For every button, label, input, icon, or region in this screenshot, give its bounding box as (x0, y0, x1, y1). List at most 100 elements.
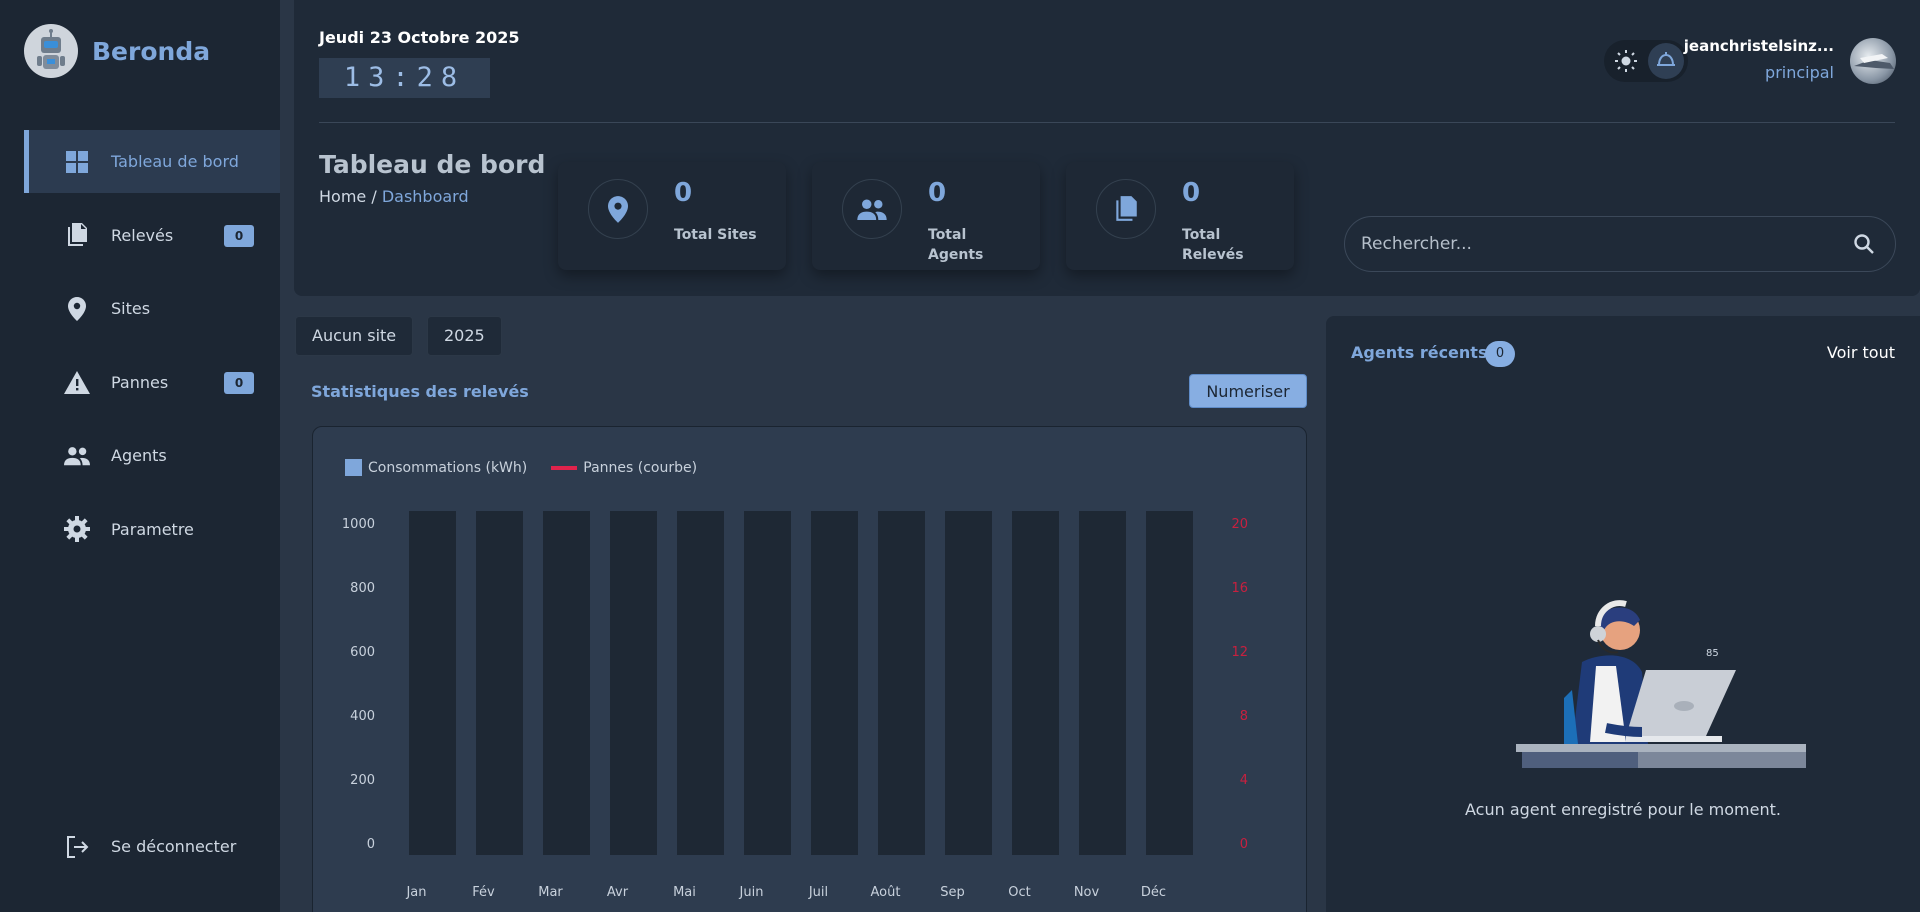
y2-tick-label: 12 (1231, 645, 1248, 660)
x-tick-label: Avr (607, 885, 629, 900)
y2-tick-label: 0 (1240, 837, 1248, 852)
x-tick-label: Juil (808, 885, 828, 900)
x-tick-label: Déc (1141, 885, 1166, 900)
x-tick-label: Fév (472, 885, 495, 900)
stat-card-sites: 0 Total Sites (558, 162, 786, 270)
voir-tout-link[interactable]: Voir tout (1827, 343, 1895, 362)
header: Jeudi 23 Octobre 2025 13:28 jeanchristel… (294, 0, 1920, 296)
chart-container: Consommations (kWh) Pannes (courbe) 0 200… (312, 426, 1307, 912)
breadcrumb: Home / Dashboard (319, 187, 469, 206)
sidebar-item-agents[interactable]: Agents (24, 424, 280, 487)
pannes-count-badge: 0 (224, 371, 254, 394)
location-icon (588, 179, 648, 239)
user-role: principal (1765, 63, 1834, 82)
breadcrumb-separator: / (366, 187, 382, 206)
gear-icon (64, 516, 90, 542)
stat-card-agents: 0 Total Agents (812, 162, 1040, 270)
people-icon (64, 443, 90, 469)
y-tick-label: 0 (367, 837, 375, 852)
night-mode-icon[interactable] (1648, 43, 1684, 79)
sidebar-item-pannes[interactable]: Pannes 0 (24, 351, 280, 414)
search-icon[interactable] (1853, 233, 1877, 257)
x-tick-label: Oct (1008, 885, 1030, 900)
chart-plot: 0 200 400 600 800 1000 0 4 8 12 16 20 Jan Fév Mar Avr Ma… (342, 511, 1248, 900)
sidebar-nav: Tableau de bord Relevés 0 Sites Pannes 0… (24, 130, 280, 571)
avatar[interactable] (1850, 38, 1896, 84)
numeriser-button[interactable]: Numeriser (1189, 374, 1307, 408)
x-tick-label: Août (871, 885, 901, 900)
clock: 13:28 (319, 58, 490, 98)
user-name: jeanchristelsinz... (1683, 37, 1834, 55)
y-tick-label: 200 (350, 773, 375, 788)
page-title: Tableau de bord (319, 150, 546, 179)
y2-tick-label: 16 (1231, 581, 1248, 596)
brand[interactable]: Beronda (24, 24, 210, 78)
recent-agents-panel: Agents récents 0 Voir tout 85 Acun agent… (1326, 316, 1920, 912)
bar-track (409, 511, 456, 855)
sidebar-item-label: Tableau de bord (111, 152, 239, 171)
agents-count-badge: 0 (1485, 341, 1515, 367)
sidebar-item-sites[interactable]: Sites (24, 277, 280, 340)
stat-label: Total Relevés (1182, 227, 1244, 263)
breadcrumb-home[interactable]: Home (319, 187, 366, 206)
location-pin-icon (64, 296, 90, 322)
stat-label: Total Agents (928, 227, 984, 263)
empty-agents-message: Acun agent enregistré pour le moment. (1465, 800, 1781, 819)
stats-section-title: Statistiques des relevés (311, 382, 529, 401)
stat-label: Total Sites (674, 227, 757, 243)
bar-track (543, 511, 590, 855)
y-tick-label: 600 (350, 645, 375, 660)
agents-title: Agents récents (1351, 343, 1488, 362)
search-input[interactable] (1361, 217, 1841, 271)
x-tick-label: Mar (538, 885, 563, 900)
y2-tick-label: 20 (1231, 517, 1248, 532)
sidebar-item-label: Relevés (111, 225, 174, 245)
bar-track (811, 511, 858, 855)
releves-count-badge: 0 (224, 224, 254, 247)
x-tick-label: Jan (405, 885, 426, 900)
sidebar-item-parametre[interactable]: Parametre (24, 498, 280, 561)
bar-track (878, 511, 925, 855)
stat-value: 0 (674, 178, 693, 208)
sidebar-item-label: Sites (111, 299, 151, 318)
agent-at-laptop-illustration: 85 (1516, 600, 1806, 768)
sidebar-item-releves[interactable]: Relevés 0 (24, 204, 280, 267)
sidebar-item-label: Agents (111, 446, 167, 465)
stat-card-releves: 0 Total Relevés (1066, 162, 1294, 270)
current-date: Jeudi 23 Octobre 2025 (319, 28, 520, 47)
search-box (1344, 216, 1896, 272)
robot-logo-icon (24, 24, 78, 78)
logout-button[interactable]: Se déconnecter (24, 815, 280, 878)
bar-track (677, 511, 724, 855)
illustration-tag: 85 (1706, 648, 1719, 659)
stat-value: 0 (928, 178, 947, 208)
header-divider (319, 122, 1895, 123)
sun-icon[interactable] (1608, 43, 1644, 79)
logout-icon (64, 834, 90, 860)
sidebar-item-label: Parametre (111, 519, 194, 539)
bar-track (1146, 511, 1193, 855)
sidebar-item-label: Pannes (111, 372, 169, 392)
warning-icon (64, 369, 90, 395)
bar-track (610, 511, 657, 855)
sidebar: Beronda Tableau de bord Relevés 0 Sites … (0, 0, 280, 912)
dashboard-grid-icon (64, 149, 90, 175)
logout-label: Se déconnecter (111, 837, 237, 856)
documents-icon (64, 222, 90, 248)
brand-name: Beronda (92, 36, 211, 66)
bar-track (476, 511, 523, 855)
sidebar-item-dashboard[interactable]: Tableau de bord (24, 130, 280, 193)
x-tick-label: Nov (1074, 885, 1100, 900)
bar-track (1012, 511, 1059, 855)
stat-value: 0 (1182, 178, 1201, 208)
theme-toggle[interactable] (1604, 40, 1688, 82)
document-icon (1096, 179, 1156, 239)
x-tick-label: Mai (673, 885, 696, 900)
year-filter-button[interactable]: 2025 (427, 316, 502, 356)
breadcrumb-current: Dashboard (381, 187, 469, 206)
y2-tick-label: 4 (1240, 773, 1248, 788)
x-tick-label: Juin (739, 885, 764, 900)
y-tick-label: 1000 (342, 517, 375, 532)
people-icon (842, 179, 902, 239)
site-filter-button[interactable]: Aucun site (295, 316, 414, 356)
